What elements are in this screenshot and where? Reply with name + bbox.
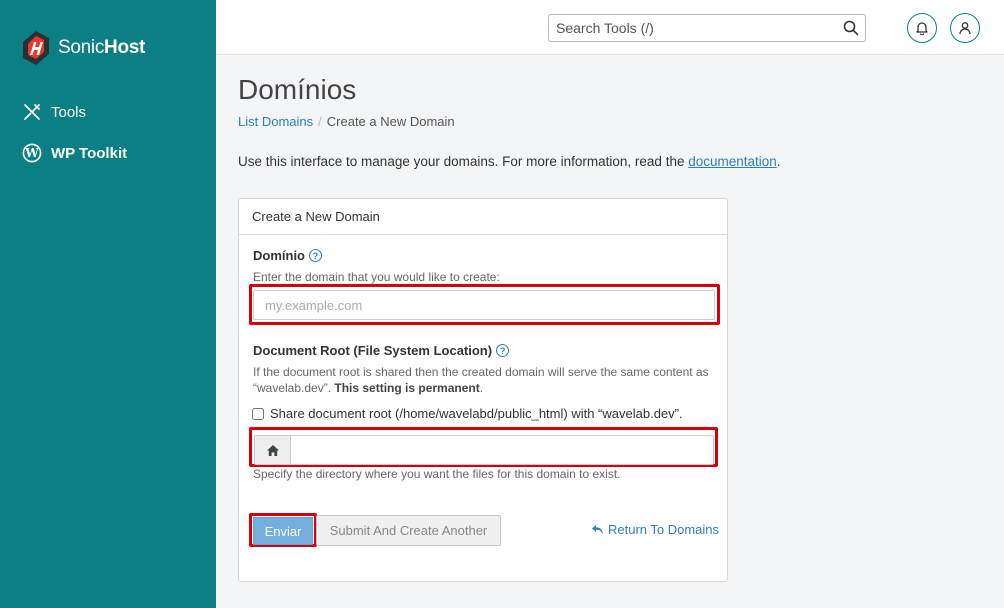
top-bar: [216, 0, 1004, 55]
create-domain-panel: Create a New Domain Domínio ? Enter the …: [238, 198, 728, 582]
document-root-label: Document Root (File System Location) ?: [253, 343, 510, 358]
notifications-button[interactable]: [907, 13, 937, 43]
breadcrumb-separator: /: [318, 114, 322, 129]
share-document-root-option[interactable]: Share document root (/home/wavelabd/publ…: [252, 406, 683, 421]
intro-text: Use this interface to manage your domain…: [238, 154, 781, 169]
submit-button[interactable]: Enviar: [253, 517, 313, 545]
breadcrumb-current: Create a New Domain: [326, 114, 455, 129]
domain-help-icon[interactable]: ?: [309, 249, 322, 262]
document-root-help-icon[interactable]: ?: [496, 344, 510, 357]
share-document-root-checkbox[interactable]: [252, 407, 264, 420]
brand[interactable]: SonicHost: [22, 30, 145, 66]
wordpress-icon: W: [22, 143, 42, 163]
sidebar: SonicHost Tools W WP Toolkit: [0, 0, 216, 608]
user-icon: [959, 22, 971, 35]
brand-name: SonicHost: [58, 37, 146, 58]
share-document-root-label: Share document root (/home/wavelabd/publ…: [270, 406, 683, 421]
breadcrumb: List Domains / Create a New Domain: [238, 114, 455, 129]
document-root-input[interactable]: [291, 436, 713, 464]
document-root-hint: If the document root is shared then the …: [253, 365, 709, 395]
domain-hint: Enter the domain that you would like to …: [253, 270, 500, 284]
search-input[interactable]: [549, 15, 829, 41]
page-title: Domínios: [238, 74, 357, 105]
bell-icon: [916, 22, 928, 35]
sidebar-item-tools[interactable]: Tools: [22, 102, 86, 122]
search-box[interactable]: [548, 14, 866, 42]
return-arrow-icon: [591, 524, 604, 536]
panel-title: Create a New Domain: [239, 199, 727, 235]
sidebar-item-label: Tools: [51, 103, 87, 121]
breadcrumb-list-domains-link[interactable]: List Domains: [238, 114, 313, 129]
domain-input[interactable]: [253, 290, 715, 320]
sidebar-item-wp-toolkit[interactable]: W WP Toolkit: [22, 143, 127, 163]
sidebar-item-label: WP Toolkit: [51, 144, 128, 162]
svg-text:W: W: [24, 146, 39, 160]
home-icon: [255, 436, 291, 464]
return-to-domains-link[interactable]: Return To Domains: [591, 522, 719, 537]
submit-and-create-another-button[interactable]: Submit And Create Another: [316, 515, 501, 546]
documentation-link[interactable]: documentation: [688, 154, 777, 169]
search-icon[interactable]: [843, 20, 859, 36]
sonichost-logo-icon: [23, 31, 49, 65]
document-root-field: [254, 435, 714, 465]
domain-label: Domínio ?: [253, 248, 322, 263]
document-root-after-hint: Specify the directory where you want the…: [253, 467, 621, 481]
tools-icon: [22, 102, 42, 122]
user-menu-button[interactable]: [950, 13, 980, 43]
